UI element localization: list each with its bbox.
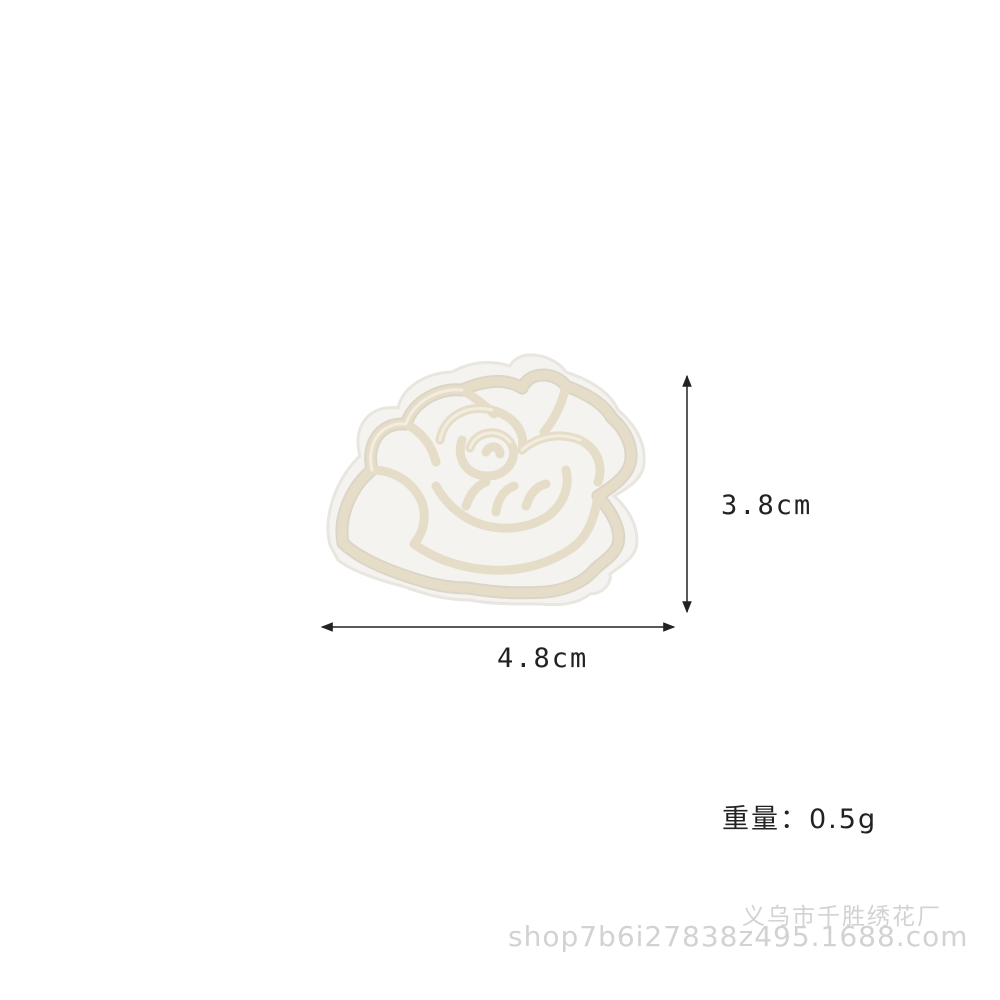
height-label: 3.8cm xyxy=(721,490,813,521)
watermark-url: shop7b6i27838z495.1688.com xyxy=(508,920,969,953)
product-photo: 3.8cm 4.8cm 重量：0.5g 义乌市千胜绣花厂 shop7b6i278… xyxy=(0,0,1000,1000)
width-label: 4.8cm xyxy=(497,643,589,674)
rose-embroidery-patch-icon xyxy=(320,353,692,632)
weight-label: 重量：0.5g xyxy=(722,804,878,835)
